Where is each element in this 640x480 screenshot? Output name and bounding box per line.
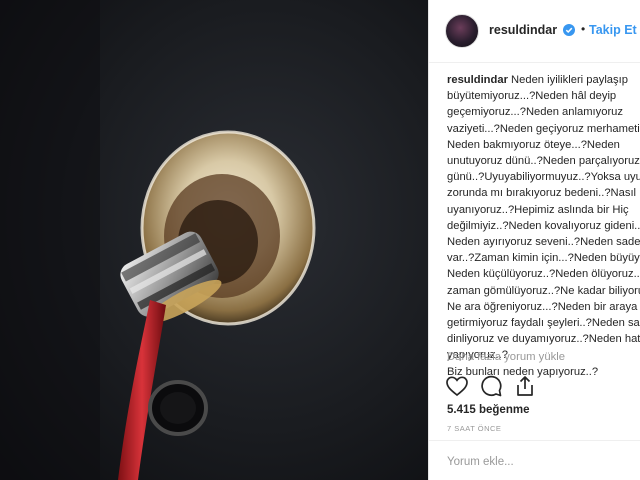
caption-line: Neden ayırıyoruz seveni..?Neden sadece — [447, 236, 640, 249]
heart-icon[interactable] — [445, 374, 469, 398]
verified-badge-icon — [563, 24, 575, 36]
post-caption: resuldindar Neden iyilikleri paylaşıp bü… — [447, 72, 640, 380]
post-timestamp: 7 SAAT ÖNCE — [447, 424, 502, 433]
post-photo[interactable] — [0, 0, 428, 480]
caption-line: dinliyoruz ve duyamıyoruz..?Neden hata — [447, 333, 640, 346]
share-icon[interactable] — [513, 374, 537, 398]
load-more-comments-link[interactable]: Daha fazla yorum yükle — [447, 351, 565, 363]
caption-line: zaman gömülüyoruz..?Ne kadar biliyoruz — [447, 284, 640, 297]
follow-button[interactable]: Takip Et — [589, 23, 637, 37]
caption-line: Biz bunları neden yapıyoruz..? — [447, 365, 599, 378]
caption-line: zorunda mı bırakıyoruz bedeni..?Nasıl — [447, 187, 637, 200]
caption-line: vaziyeti...?Neden geçiyoruz merhameti..? — [447, 122, 640, 135]
caption-author-link[interactable]: resuldindar — [447, 74, 508, 86]
microphone-cable-image — [0, 0, 428, 480]
post-header: resuldindar • Takip Et — [429, 0, 640, 63]
caption-line: uyanıyoruz..?Hepimiz aslında bir Hiç — [447, 203, 629, 216]
caption-line: Neden küçülüyoruz..?Neden ölüyoruz..? — [447, 268, 640, 281]
likes-count[interactable]: 5.415 beğenme — [447, 404, 529, 416]
post-side-panel: resuldindar • Takip Et resuldindar Neden… — [428, 0, 640, 480]
caption-line: resuldindar Neden iyilikleri paylaşıp — [447, 72, 640, 88]
caption-line: büyütemiyoruz...?Neden hâl deyip — [447, 90, 617, 103]
caption-line: Ne ara öğreniyoruz...?Neden bir araya — [447, 300, 638, 313]
caption-line: Neden bakmıyoruz öteye...?Neden — [447, 138, 620, 151]
caption-line: var..?Zaman kimin için...?Neden büyüyoru… — [447, 252, 640, 265]
avatar[interactable] — [445, 14, 479, 48]
separator-dot: • — [581, 22, 586, 36]
caption-line: günü..?Uyuyabiliyormuyuz..?Yoksa uyumak — [447, 171, 640, 184]
comment-icon[interactable] — [479, 374, 503, 398]
caption-line-text: Neden iyilikleri paylaşıp — [511, 74, 628, 86]
username-link[interactable]: resuldindar — [489, 23, 557, 37]
comment-input[interactable]: Yorum ekle... — [447, 456, 514, 468]
caption-line: getirmiyoruz faydalı şeyleri..?Neden sad… — [447, 317, 640, 330]
caption-line: geçemiyoruz...?Neden anlamıyoruz — [447, 106, 623, 119]
caption-line: unutuyoruz dünü..?Neden parçalıyoruz — [447, 155, 640, 168]
divider — [429, 440, 640, 441]
caption-line: değilmiyiz..?Neden kovalıyoruz gideni..? — [447, 219, 640, 232]
